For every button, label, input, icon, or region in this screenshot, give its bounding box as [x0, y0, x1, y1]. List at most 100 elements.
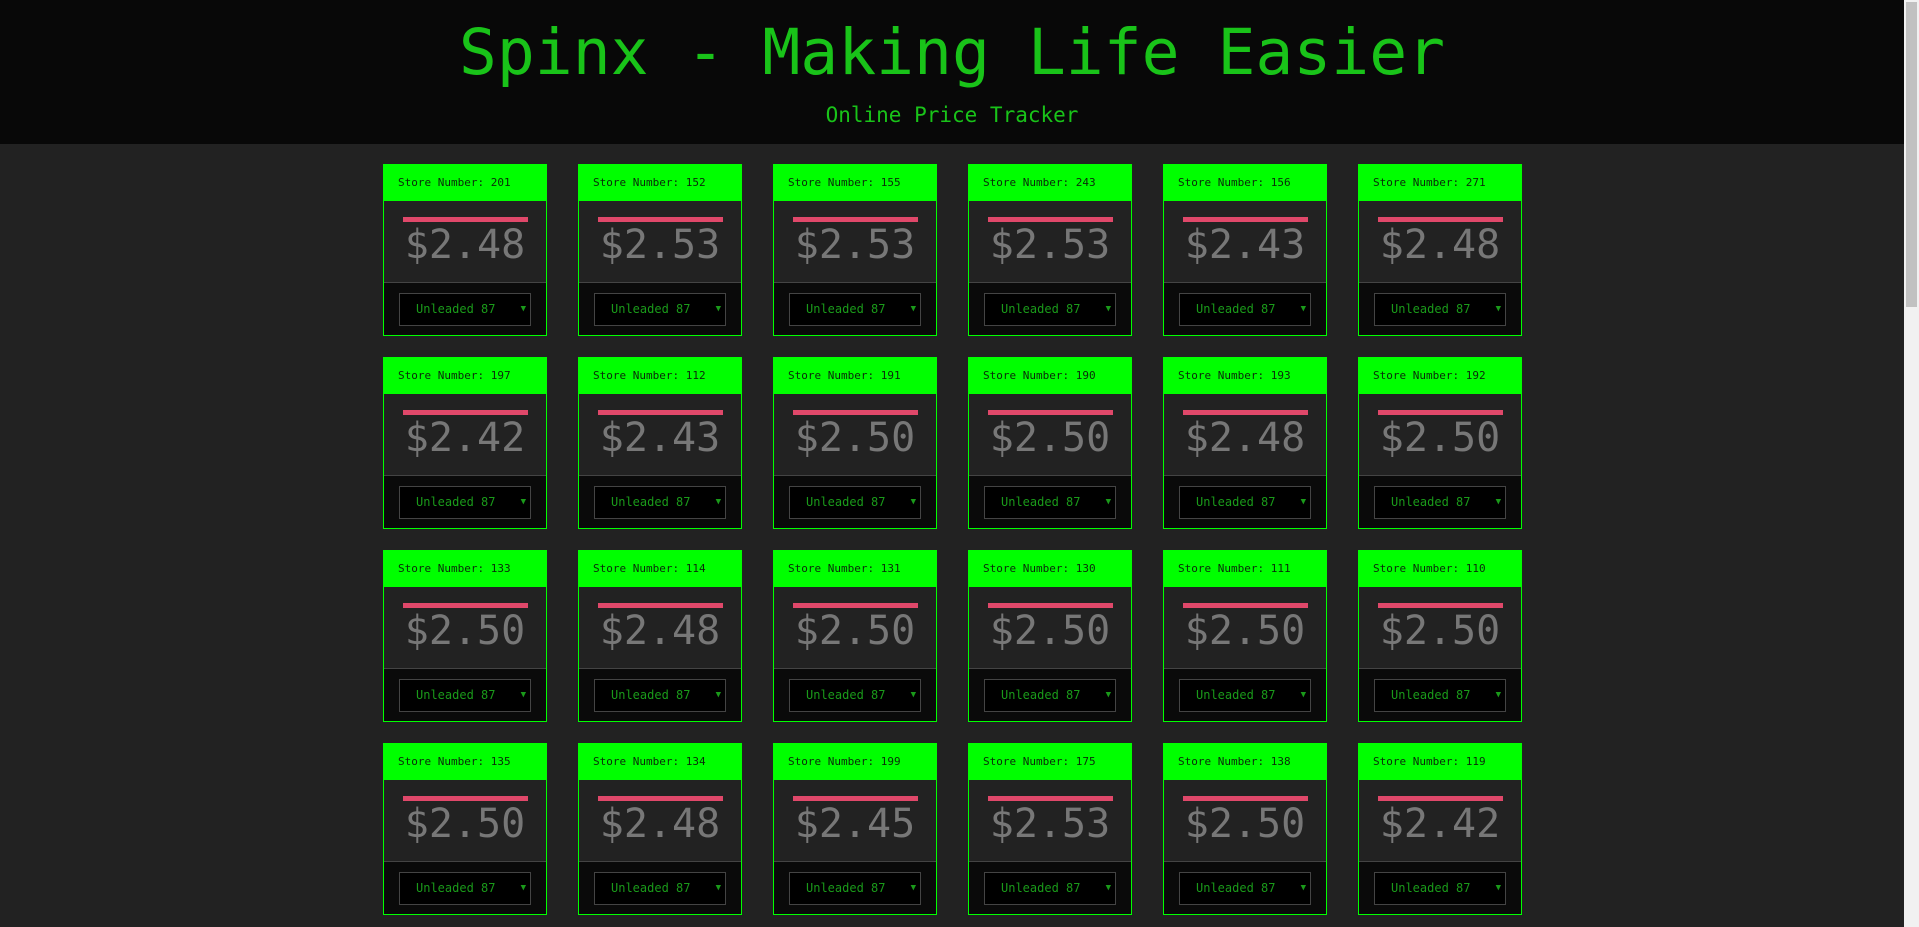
- store-number: Store Number: 110: [1359, 551, 1521, 587]
- store-number: Store Number: 114: [579, 551, 741, 587]
- store-number: Store Number: 119: [1359, 744, 1521, 780]
- store-number: Store Number: 175: [969, 744, 1131, 780]
- chevron-down-icon: ▼: [1495, 690, 1501, 700]
- store-number-value: 193: [1270, 369, 1291, 382]
- price-value: $2.48: [1184, 415, 1306, 461]
- store-card: Store Number: 175 $2.53 Unleaded 87 ▼: [968, 743, 1132, 915]
- fuel-type-value: Unleaded 87: [1001, 495, 1081, 509]
- store-number-value: 190: [1075, 369, 1096, 382]
- price-panel: $2.50: [1164, 780, 1326, 862]
- store-number-label: Store Number:: [398, 755, 491, 768]
- store-number-value: 134: [685, 755, 706, 768]
- price-value: $2.53: [989, 222, 1111, 268]
- fuel-type-select[interactable]: Unleaded 87 ▼: [399, 678, 531, 712]
- store-card: Store Number: 190 $2.50 Unleaded 87 ▼: [968, 357, 1132, 529]
- price-value: $2.48: [599, 801, 721, 847]
- fuel-type-select[interactable]: Unleaded 87 ▼: [399, 871, 531, 905]
- store-card: Store Number: 131 $2.50 Unleaded 87 ▼: [773, 550, 937, 722]
- store-number-value: 138: [1270, 755, 1291, 768]
- store-number-label: Store Number:: [983, 176, 1076, 189]
- store-card: Store Number: 191 $2.50 Unleaded 87 ▼: [773, 357, 937, 529]
- store-number: Store Number: 201: [384, 165, 546, 201]
- store-number-value: 119: [1465, 755, 1486, 768]
- store-number-value: 130: [1075, 562, 1096, 575]
- fuel-type-value: Unleaded 87: [611, 302, 691, 316]
- price-value: $2.42: [404, 415, 526, 461]
- fuel-type-select[interactable]: Unleaded 87 ▼: [594, 871, 726, 905]
- store-number: Store Number: 197: [384, 358, 546, 394]
- chevron-down-icon: ▼: [1105, 883, 1111, 893]
- fuel-type-select[interactable]: Unleaded 87 ▼: [1374, 292, 1506, 326]
- store-number-label: Store Number:: [593, 562, 686, 575]
- store-number: Store Number: 155: [774, 165, 936, 201]
- scrollbar[interactable]: [1904, 0, 1919, 927]
- fuel-select-area: Unleaded 87 ▼: [969, 669, 1131, 721]
- chevron-down-icon: ▼: [1495, 883, 1501, 893]
- price-value: $2.50: [1184, 608, 1306, 654]
- store-number-label: Store Number:: [398, 369, 491, 382]
- fuel-type-select[interactable]: Unleaded 87 ▼: [984, 678, 1116, 712]
- page-header: Spinx - Making Life Easier Online Price …: [0, 0, 1904, 144]
- chevron-down-icon: ▼: [520, 304, 526, 314]
- fuel-type-select[interactable]: Unleaded 87 ▼: [1374, 871, 1506, 905]
- fuel-select-area: Unleaded 87 ▼: [969, 283, 1131, 335]
- fuel-type-select[interactable]: Unleaded 87 ▼: [789, 292, 921, 326]
- price-panel: $2.42: [1359, 780, 1521, 862]
- store-number: Store Number: 152: [579, 165, 741, 201]
- store-card: Store Number: 138 $2.50 Unleaded 87 ▼: [1163, 743, 1327, 915]
- fuel-type-value: Unleaded 87: [611, 688, 691, 702]
- fuel-select-area: Unleaded 87 ▼: [579, 669, 741, 721]
- fuel-type-select[interactable]: Unleaded 87 ▼: [789, 678, 921, 712]
- store-number-label: Store Number:: [788, 369, 881, 382]
- fuel-type-select[interactable]: Unleaded 87 ▼: [984, 292, 1116, 326]
- fuel-type-select[interactable]: Unleaded 87 ▼: [789, 871, 921, 905]
- price-value: $2.43: [599, 415, 721, 461]
- fuel-type-select[interactable]: Unleaded 87 ▼: [594, 485, 726, 519]
- page-subtitle: Online Price Tracker: [825, 103, 1079, 127]
- fuel-type-value: Unleaded 87: [806, 881, 886, 895]
- page-title: Spinx - Making Life Easier: [458, 16, 1446, 89]
- fuel-type-select[interactable]: Unleaded 87 ▼: [789, 485, 921, 519]
- fuel-select-area: Unleaded 87 ▼: [579, 476, 741, 528]
- store-number-value: 114: [685, 562, 706, 575]
- price-panel: $2.50: [384, 780, 546, 862]
- fuel-type-select[interactable]: Unleaded 87 ▼: [1179, 871, 1311, 905]
- chevron-down-icon: ▼: [715, 690, 721, 700]
- store-card: Store Number: 134 $2.48 Unleaded 87 ▼: [578, 743, 742, 915]
- fuel-select-area: Unleaded 87 ▼: [579, 862, 741, 914]
- store-number-value: 152: [685, 176, 706, 189]
- scrollbar-thumb[interactable]: [1906, 2, 1917, 307]
- fuel-type-select[interactable]: Unleaded 87 ▼: [1179, 292, 1311, 326]
- fuel-type-value: Unleaded 87: [806, 495, 886, 509]
- fuel-type-value: Unleaded 87: [1391, 881, 1471, 895]
- store-number-label: Store Number:: [1178, 562, 1271, 575]
- price-panel: $2.53: [969, 780, 1131, 862]
- fuel-type-select[interactable]: Unleaded 87 ▼: [1374, 678, 1506, 712]
- store-number-label: Store Number:: [788, 176, 881, 189]
- fuel-type-select[interactable]: Unleaded 87 ▼: [399, 292, 531, 326]
- price-panel: $2.42: [384, 394, 546, 476]
- fuel-type-select[interactable]: Unleaded 87 ▼: [594, 678, 726, 712]
- fuel-select-area: Unleaded 87 ▼: [1164, 862, 1326, 914]
- fuel-type-value: Unleaded 87: [1196, 302, 1276, 316]
- price-panel: $2.48: [1164, 394, 1326, 476]
- price-panel: $2.50: [1359, 394, 1521, 476]
- store-number-value: 133: [490, 562, 511, 575]
- fuel-type-select[interactable]: Unleaded 87 ▼: [399, 485, 531, 519]
- chevron-down-icon: ▼: [1105, 497, 1111, 507]
- store-number-value: 112: [685, 369, 706, 382]
- store-number-label: Store Number:: [398, 562, 491, 575]
- fuel-type-select[interactable]: Unleaded 87 ▼: [1179, 678, 1311, 712]
- fuel-type-select[interactable]: Unleaded 87 ▼: [594, 292, 726, 326]
- fuel-type-value: Unleaded 87: [416, 688, 496, 702]
- price-panel: $2.48: [579, 780, 741, 862]
- fuel-type-value: Unleaded 87: [1196, 495, 1276, 509]
- fuel-type-select[interactable]: Unleaded 87 ▼: [984, 485, 1116, 519]
- fuel-type-select[interactable]: Unleaded 87 ▼: [1179, 485, 1311, 519]
- store-number: Store Number: 192: [1359, 358, 1521, 394]
- fuel-select-area: Unleaded 87 ▼: [1359, 669, 1521, 721]
- fuel-type-select[interactable]: Unleaded 87 ▼: [1374, 485, 1506, 519]
- fuel-type-select[interactable]: Unleaded 87 ▼: [984, 871, 1116, 905]
- fuel-select-area: Unleaded 87 ▼: [1164, 476, 1326, 528]
- chevron-down-icon: ▼: [520, 690, 526, 700]
